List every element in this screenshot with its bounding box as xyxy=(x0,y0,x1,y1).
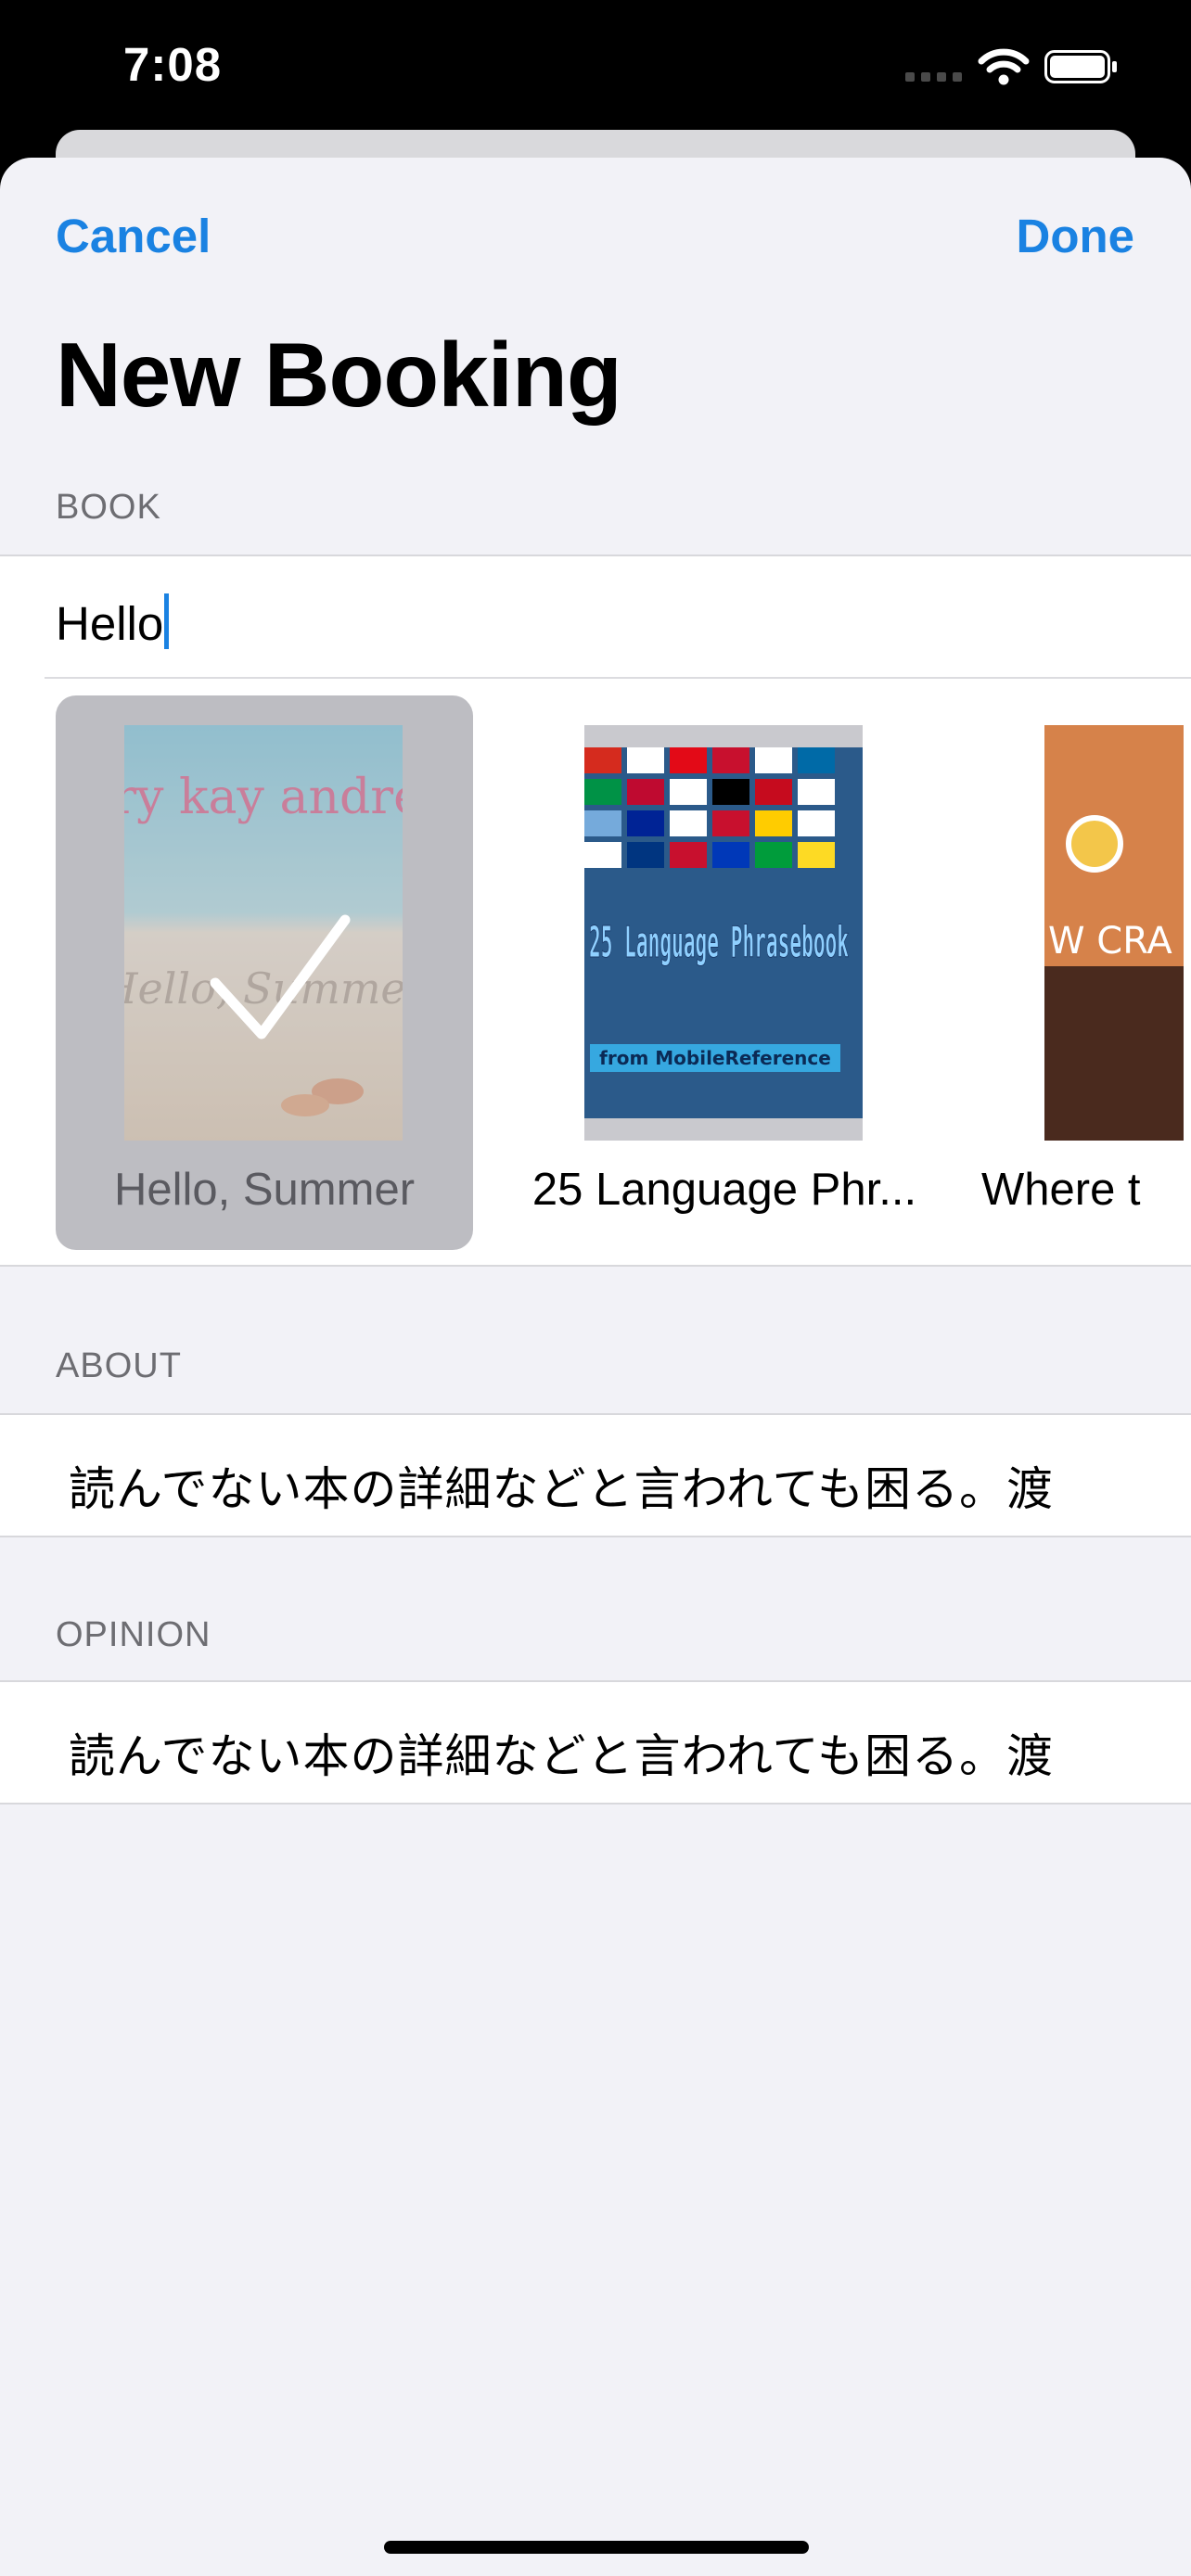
new-booking-sheet: Cancel Done New Booking BOOK Hello ry ka… xyxy=(0,158,1191,2576)
battery-icon xyxy=(1044,50,1117,83)
checkmark-icon xyxy=(210,914,351,1039)
cover-title-text: 25 Language Phrasebook xyxy=(589,917,849,967)
text-cursor xyxy=(164,593,170,649)
cellular-signal-icon xyxy=(905,72,963,82)
book-title: Where t xyxy=(981,1165,1141,1215)
book-card-where-the-crawdads-sing[interactable]: W CRA DEL Where t xyxy=(976,695,1191,1250)
book-card-25-language-phrasebook[interactable]: 25 Language Phrasebook from MobileRefere… xyxy=(516,695,933,1250)
status-time: 7:08 xyxy=(123,38,223,91)
cover-subtitle-text: from MobileReference xyxy=(599,1047,831,1069)
cancel-button[interactable]: Cancel xyxy=(56,209,211,263)
book-search-value: Hello xyxy=(56,597,164,650)
book-cover: W CRA DEL xyxy=(1044,725,1184,1141)
page-title: New Booking xyxy=(56,324,622,426)
about-section-header: ABOUT xyxy=(56,1346,182,1385)
home-indicator xyxy=(384,2541,809,2554)
book-carousel[interactable]: mary kay andrews Hello, Summer Hello, Su… xyxy=(0,679,1191,1265)
book-search-field[interactable]: Hello xyxy=(0,556,1191,677)
status-bar: 7:08 xyxy=(0,0,1191,139)
book-card-hello-summer[interactable]: mary kay andrews Hello, Summer Hello, Su… xyxy=(56,695,473,1250)
opinion-field[interactable]: 読んでない本の詳細などと言われても困る。渡 xyxy=(0,1680,1191,1804)
about-text: 読んでない本の詳細などと言われても困る。渡 xyxy=(69,1462,1054,1516)
book-title: Hello, Summer xyxy=(113,1165,416,1215)
done-button[interactable]: Done xyxy=(1017,209,1135,263)
opinion-text: 読んでない本の詳細などと言われても困る。渡 xyxy=(69,1729,1054,1783)
about-field[interactable]: 読んでない本の詳細などと言われても困る。渡 xyxy=(0,1413,1191,1537)
book-section-header: BOOK xyxy=(56,488,161,527)
book-section: Hello ry kay andr ello, Summ Hello, Summ… xyxy=(0,555,1191,1267)
cover-letters-text: W CRA DEL xyxy=(1048,920,1184,963)
book-cover: 25 Language Phrasebook from MobileRefere… xyxy=(584,725,863,1141)
wifi-icon xyxy=(978,48,1030,85)
cover-author-text: mary kay andrews xyxy=(124,770,403,825)
opinion-section-header: OPINION xyxy=(56,1615,211,1654)
book-title: 25 Language Phr... xyxy=(531,1165,917,1215)
